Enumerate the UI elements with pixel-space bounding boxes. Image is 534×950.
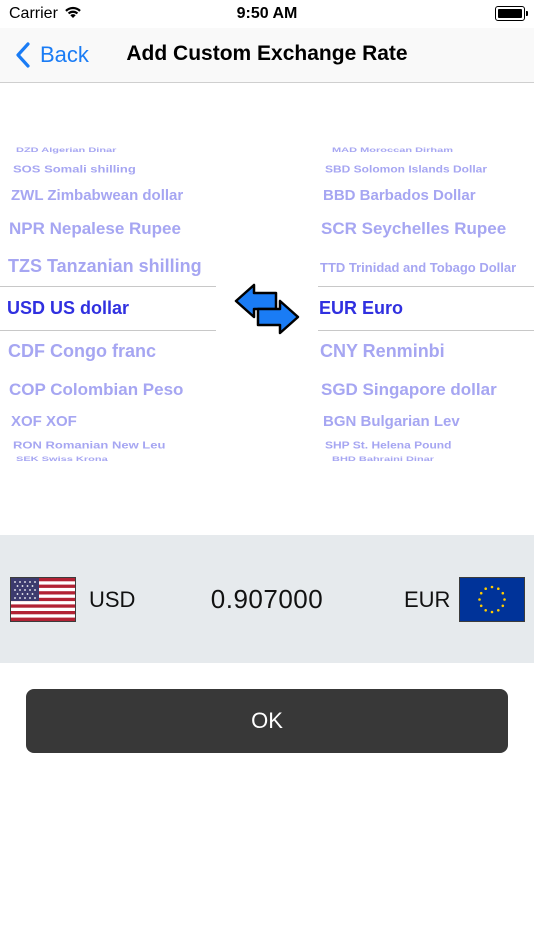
picker-row[interactable]: RON Romanian New Leu [13,439,165,451]
picker-row[interactable]: SCR Seychelles Rupee [321,219,506,239]
picker-row[interactable]: SOS Somali shilling [13,163,136,175]
picker-row[interactable]: COP Colombian Peso [9,380,183,400]
picker-row[interactable]: SHP St. Helena Pound [325,439,451,451]
selection-divider [0,330,216,331]
ok-button[interactable]: OK [26,689,508,753]
picker-row[interactable]: BHD Bahraini Dinar [332,456,434,463]
picker-row[interactable]: SGD Singapore dollar [321,380,497,400]
to-currency-picker[interactable]: MAD Moroccan Dirham SBD Solomon Islands … [318,83,534,535]
to-currency-code: EUR [404,587,451,612]
selection-divider [318,286,534,287]
picker-row-selected[interactable]: EUR Euro [319,298,403,319]
picker-row[interactable]: SBD Solomon Islands Dollar [325,163,487,175]
selection-divider [318,330,534,331]
picker-row[interactable]: MAD Moroccan Dirham [332,147,453,154]
currency-picker-area: DZD Algerian Dinar SOS Somali shilling Z… [0,83,534,535]
picker-row[interactable]: NPR Nepalese Rupee [9,219,181,239]
selection-divider [0,286,216,287]
exchange-rate-value[interactable]: 0.907000 [0,584,534,615]
picker-row[interactable]: SEK Swiss Krona [16,456,108,463]
picker-row[interactable]: CDF Congo franc [8,341,156,362]
picker-row-selected[interactable]: USD US dollar [7,298,129,319]
from-currency-picker[interactable]: DZD Algerian Dinar SOS Somali shilling Z… [0,83,216,535]
picker-row[interactable]: DZD Algerian Dinar [16,147,116,154]
picker-row[interactable]: XOF XOF [11,413,77,430]
picker-row[interactable]: BBD Barbados Dollar [323,187,476,204]
picker-row[interactable]: TZS Tanzanian shilling [8,256,202,277]
swap-currencies-button[interactable] [234,283,300,340]
rate-display-bar: USD 0.907000 EUR [0,535,534,663]
page-title: Add Custom Exchange Rate [126,42,408,65]
picker-row[interactable]: TTD Trinidad and Tobago Dollar [320,260,516,275]
picker-row[interactable]: CNY Renminbi [320,341,445,362]
status-bar: Carrier 9:50 AM [0,0,534,28]
navigation-bar: Back Add Custom Exchange Rate [0,28,534,83]
battery-icon [495,6,528,21]
picker-row[interactable]: BGN Bulgarian Lev [323,413,460,430]
picker-row[interactable]: ZWL Zimbabwean dollar [11,187,183,204]
clock: 9:50 AM [236,5,298,22]
swap-arrows-icon [234,283,300,335]
eu-flag-icon [459,577,525,622]
